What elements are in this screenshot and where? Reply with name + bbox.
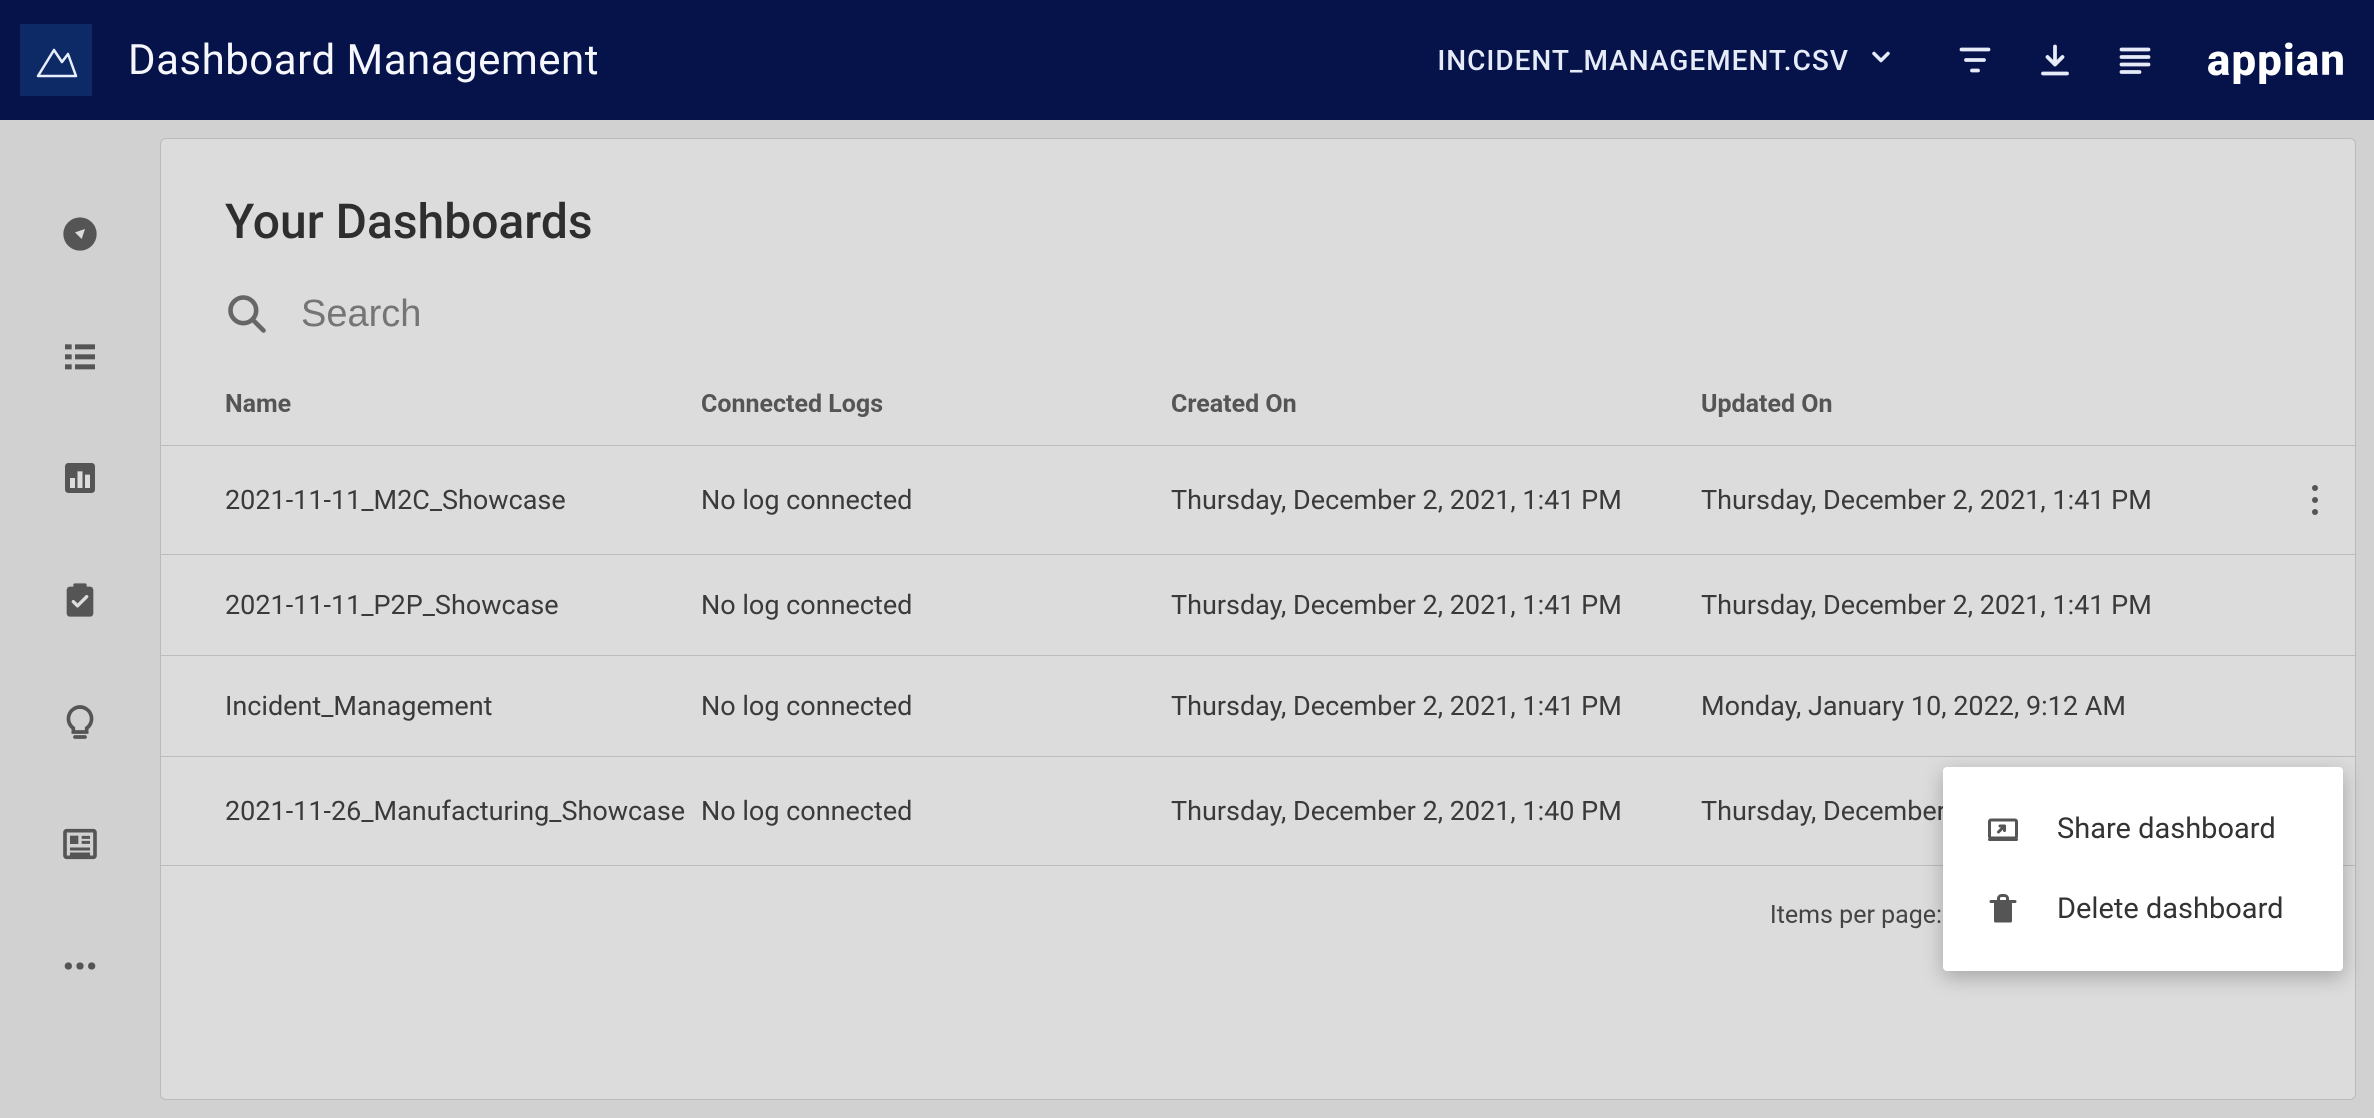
file-picker[interactable]: INCIDENT_MANAGEMENT.CSV (1437, 43, 1895, 78)
table-row[interactable]: 2021-11-11_M2C_Showcase No log connected… (161, 446, 2355, 555)
cell-name: Incident_Management (161, 656, 701, 757)
filter-button[interactable] (1955, 40, 1995, 80)
bar-chart-icon (60, 458, 100, 498)
nav-ideas[interactable] (58, 700, 102, 744)
col-header-logs[interactable]: Connected Logs (701, 390, 1171, 446)
dots-vertical-icon (2311, 484, 2319, 516)
table-row[interactable]: Incident_Management No log connected Thu… (161, 656, 2355, 757)
nav-list[interactable] (58, 334, 102, 378)
col-header-created[interactable]: Created On (1171, 390, 1701, 446)
cell-updated: Thursday, December 2, 2021, 1:41 PM (1701, 446, 2275, 555)
cell-logs: No log connected (701, 757, 1171, 866)
cell-updated: Thursday, December 2, 2021, 1:41 PM (1701, 555, 2275, 656)
menu-button[interactable] (2115, 40, 2155, 80)
nav-chart[interactable] (58, 456, 102, 500)
menu-item-label: Share dashboard (2057, 812, 2276, 846)
table-row[interactable]: 2021-11-11_P2P_Showcase No log connected… (161, 555, 2355, 656)
cell-name: 2021-11-11_P2P_Showcase (161, 555, 701, 656)
cell-created: Thursday, December 2, 2021, 1:41 PM (1171, 555, 1701, 656)
cell-updated: Monday, January 10, 2022, 9:12 AM (1701, 656, 2275, 757)
trash-icon (1983, 891, 2023, 927)
row-actions-button[interactable] (2295, 480, 2335, 520)
chevron-down-icon (1867, 43, 1895, 78)
cell-name: 2021-11-11_M2C_Showcase (161, 446, 701, 555)
left-nav-rail (0, 120, 160, 1118)
row-context-menu: Share dashboard Delete dashboard (1943, 767, 2343, 971)
dashboard-card: Your Dashboards Name Connected Logs Crea… (160, 138, 2356, 1100)
items-per-page-label: Items per page: (1770, 901, 1942, 930)
compass-icon (60, 214, 100, 254)
page-title: Dashboard Management (128, 36, 599, 85)
app-header: Dashboard Management INCIDENT_MANAGEMENT… (0, 0, 2374, 120)
share-dashboard-item[interactable]: Share dashboard (1943, 789, 2343, 869)
clipboard-icon (60, 580, 100, 620)
workspace: Your Dashboards Name Connected Logs Crea… (0, 120, 2374, 1118)
nav-explore[interactable] (58, 212, 102, 256)
cell-logs: No log connected (701, 656, 1171, 757)
download-icon (2037, 42, 2073, 78)
search-input[interactable] (301, 293, 901, 336)
cell-created: Thursday, December 2, 2021, 1:41 PM (1171, 656, 1701, 757)
bulb-icon (60, 702, 100, 742)
delete-dashboard-item[interactable]: Delete dashboard (1943, 869, 2343, 949)
col-header-name[interactable]: Name (161, 390, 701, 446)
cell-logs: No log connected (701, 555, 1171, 656)
cell-name: 2021-11-26_Manufacturing_Showcase (161, 757, 701, 866)
news-icon (60, 824, 100, 864)
brand-logo: appian (2207, 34, 2346, 86)
nav-news[interactable] (58, 822, 102, 866)
search-icon (225, 292, 269, 336)
download-button[interactable] (2035, 40, 2075, 80)
app-logo[interactable] (20, 24, 92, 96)
cell-created: Thursday, December 2, 2021, 1:41 PM (1171, 446, 1701, 555)
filter-icon (1957, 42, 1993, 78)
dots-horizontal-icon (60, 946, 100, 986)
menu-item-label: Delete dashboard (2057, 892, 2283, 926)
nav-more[interactable] (58, 944, 102, 988)
menu-icon (2117, 42, 2153, 78)
mountain-icon (32, 36, 80, 84)
cell-logs: No log connected (701, 446, 1171, 555)
search-row (161, 292, 2355, 390)
list-icon (60, 336, 100, 376)
file-picker-label: INCIDENT_MANAGEMENT.CSV (1437, 44, 1849, 77)
share-icon (1983, 811, 2023, 847)
col-header-updated[interactable]: Updated On (1701, 390, 2275, 446)
cell-created: Thursday, December 2, 2021, 1:40 PM (1171, 757, 1701, 866)
nav-tasks[interactable] (58, 578, 102, 622)
card-title: Your Dashboards (161, 193, 2355, 292)
